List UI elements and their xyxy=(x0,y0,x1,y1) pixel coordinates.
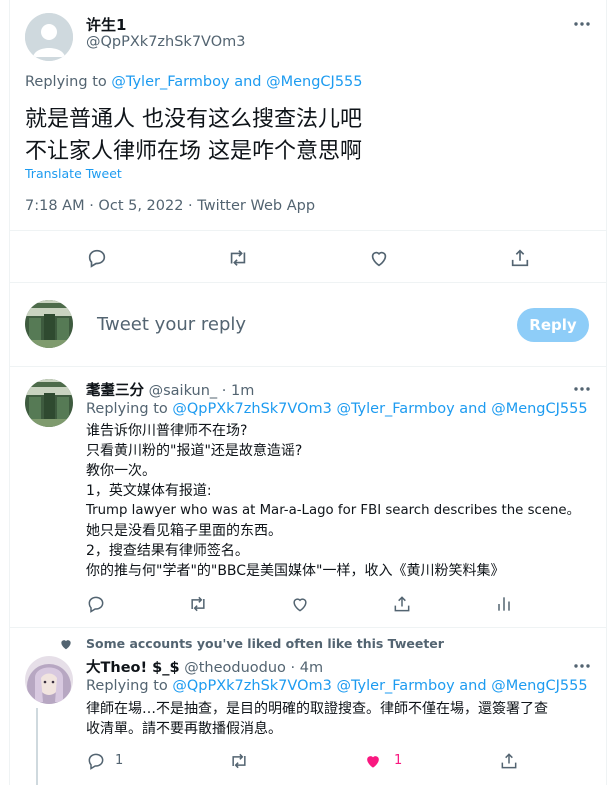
tweet-text-line: 谁告诉你川普律师不在场? xyxy=(86,423,248,439)
heart-icon xyxy=(59,636,73,650)
mention-link[interactable]: @Tyler_Farmboy xyxy=(336,401,454,417)
more-options-icon[interactable] xyxy=(572,379,592,399)
display-name[interactable]: 耄耋三分 xyxy=(86,383,144,399)
display-name[interactable]: 大Theo! $_$ xyxy=(86,660,180,676)
mention-link[interactable]: @Tyler_Farmboy xyxy=(111,74,229,90)
handle[interactable]: @theoduoduo xyxy=(184,660,286,676)
tweet-text-line: 2，搜查结果有律师签名。 xyxy=(86,543,249,559)
tweet-text-line: Trump lawyer who was at Mar-a-Lago for F… xyxy=(86,503,580,518)
display-name[interactable]: 许生1 xyxy=(86,14,126,35)
more-options-icon[interactable] xyxy=(572,14,592,34)
tweet-thread: 许生1 @QpPXk7zhSk7VOm3 Replying to @Tyler_… xyxy=(9,0,607,785)
divider xyxy=(10,627,606,628)
tweet-text-line: 就是普通人 也没有这么搜查法儿吧 xyxy=(25,107,362,132)
replying-prefix: Replying to xyxy=(25,74,107,90)
mention-link[interactable]: @QpPXk7zhSk7VOm3 xyxy=(172,678,331,694)
tweet-text-line: 律師在場…不是抽查，是目的明確的取證搜查。律師不僅在場，還簽署了查 xyxy=(86,701,548,717)
tweet-text-line: 你的推与何"学者"的"BBC是美国媒体"一样，收入《黄川粉笑料集》 xyxy=(86,563,505,579)
divider xyxy=(10,366,606,367)
translate-tweet-link[interactable]: Translate Tweet xyxy=(25,166,122,181)
tweet-text: 就是普通人 也没有这么搜查法儿吧 不让家人律师在场 这是咋个意思啊 xyxy=(25,104,362,168)
reply-button[interactable]: Reply xyxy=(517,308,589,342)
liked-heart-icon[interactable] xyxy=(363,751,385,773)
tweet-text-line: 1，英文媒体有报道: xyxy=(86,483,212,499)
mention-link[interactable]: @MengCJ555 xyxy=(491,401,587,417)
like-icon[interactable] xyxy=(290,594,312,616)
tweet-time[interactable]: · 1m xyxy=(222,383,255,399)
user-avatar-icon xyxy=(25,300,73,348)
tweet-header: 大Theo! $_$ @theoduoduo · 4m xyxy=(86,656,323,677)
handle[interactable]: @QpPXk7zhSk7VOm3 xyxy=(86,34,245,50)
tweet-text-line: 只看黄川粉的"报道"还是故意造谣? xyxy=(86,443,303,459)
tweet-header: 耄耋三分 @saikun_ · 1m xyxy=(86,379,254,400)
handle[interactable]: @saikun_ xyxy=(149,383,218,399)
tweet-text-line: 教你一次。 xyxy=(86,463,156,479)
reply-count: 1 xyxy=(115,753,124,768)
tweet-text: 律師在場…不是抽查，是目的明確的取證搜查。律師不僅在場，還簽署了查 收清單。請不… xyxy=(86,699,601,739)
tweet-time[interactable]: · 4m xyxy=(291,660,324,676)
reply-icon[interactable] xyxy=(86,594,108,616)
tweet-text-line: 不让家人律师在场 这是咋个意思啊 xyxy=(25,139,362,164)
avatar[interactable] xyxy=(25,300,73,348)
mention-link[interactable]: @MengCJ555 xyxy=(491,678,587,694)
reply-icon[interactable] xyxy=(86,751,108,773)
replying-to: Replying to @QpPXk7zhSk7VOm3 @Tyler_Farm… xyxy=(86,401,588,417)
divider xyxy=(10,230,606,231)
retweet-icon[interactable] xyxy=(188,594,210,616)
divider xyxy=(10,282,606,283)
avatar[interactable] xyxy=(25,13,73,61)
like-count: 1 xyxy=(394,753,403,768)
more-options-icon[interactable] xyxy=(572,656,592,676)
tweet-text-line: 收清單。請不要再散播假消息。 xyxy=(86,721,282,737)
social-context: Some accounts you've liked often like th… xyxy=(86,636,444,651)
share-icon[interactable] xyxy=(499,751,521,773)
mention-link[interactable]: @QpPXk7zhSk7VOm3 xyxy=(172,401,331,417)
tweet-text: 谁告诉你川普律师不在场? 只看黄川粉的"报道"还是故意造谣? 教你一次。 1，英… xyxy=(86,421,601,581)
replying-to: Replying to @QpPXk7zhSk7VOm3 @Tyler_Farm… xyxy=(86,678,588,694)
replying-prefix: Replying to xyxy=(86,401,168,417)
replying-and: and xyxy=(234,74,262,90)
user-avatar-icon xyxy=(25,656,73,704)
user-avatar-icon xyxy=(25,379,73,427)
analytics-icon[interactable] xyxy=(494,594,516,616)
tweet-timestamp[interactable]: 7:18 AM · Oct 5, 2022 · Twitter Web App xyxy=(25,198,315,214)
replying-prefix: Replying to xyxy=(86,678,168,694)
retweet-icon[interactable] xyxy=(229,751,251,773)
replying-to: Replying to @Tyler_Farmboy and @MengCJ55… xyxy=(25,74,363,90)
share-icon[interactable] xyxy=(509,247,531,269)
mention-link[interactable]: @Tyler_Farmboy xyxy=(336,678,454,694)
thread-line xyxy=(36,708,38,785)
replying-and: and xyxy=(459,401,487,417)
retweet-icon[interactable] xyxy=(227,247,249,269)
tweet-reply-input[interactable]: Tweet your reply xyxy=(97,314,246,335)
default-avatar-icon xyxy=(25,13,73,61)
avatar[interactable] xyxy=(25,379,73,427)
tweet-text-line: 她只是没看见箱子里面的东西。 xyxy=(86,523,282,539)
replying-and: and xyxy=(459,678,487,694)
mention-link[interactable]: @MengCJ555 xyxy=(266,74,362,90)
reply-icon[interactable] xyxy=(86,247,108,269)
avatar[interactable] xyxy=(25,656,73,704)
share-icon[interactable] xyxy=(392,594,414,616)
like-icon[interactable] xyxy=(368,247,390,269)
